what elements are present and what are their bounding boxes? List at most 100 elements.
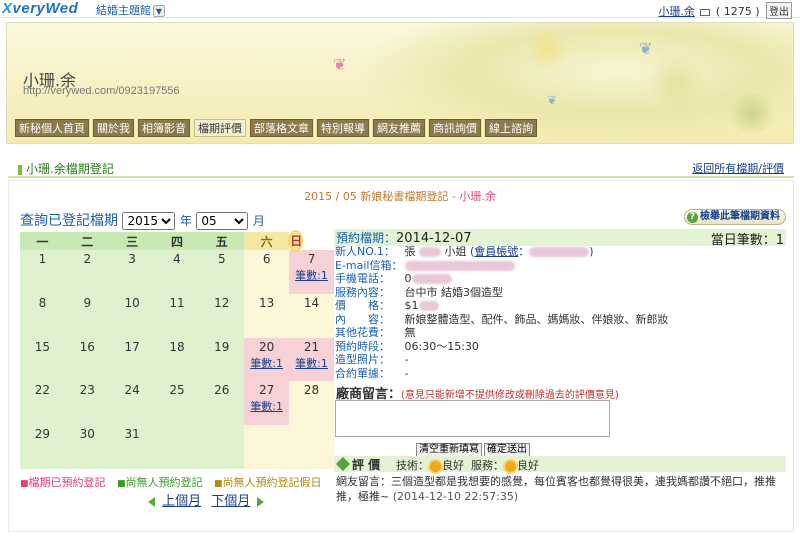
calendar-day — [289, 425, 334, 469]
question-icon: ? — [687, 212, 698, 223]
vendor-message-input[interactable] — [335, 400, 610, 437]
day-number: 28 — [303, 383, 320, 398]
booking-date: 預約檔期：2014-12-07 — [336, 231, 472, 246]
next-month-link[interactable]: 下個月 — [211, 494, 250, 509]
day-number: 12 — [214, 295, 230, 310]
booking-count-link[interactable]: 筆數:1 — [289, 267, 334, 283]
review-timestamp: (2014-12-10 22:57:35) — [392, 490, 519, 503]
detail-row-contract: 合約單據： - — [335, 366, 409, 380]
booking-count-link[interactable]: 筆數:1 — [289, 355, 334, 371]
submit-button[interactable]: 確定送出 — [484, 443, 530, 457]
chevron-down-icon[interactable]: ▼ — [153, 5, 165, 17]
day-number: 8 — [38, 295, 47, 310]
calendar-legend: ■檔期已預約登記 ■尚無人預約登記 ■尚無人預約登記假日 — [20, 474, 322, 490]
calendar-day: 31 — [109, 425, 155, 469]
day-number: 13 — [259, 295, 275, 310]
calendar-day: 28 — [289, 381, 334, 426]
calendar-day: 17 — [109, 337, 155, 382]
day-number: 30 — [79, 427, 95, 442]
booking-count-link[interactable]: 筆數:1 — [244, 398, 289, 414]
report-booking-button[interactable]: ? 檢舉此筆檔期資料 — [684, 209, 786, 225]
calendar-day: 10 — [109, 293, 155, 338]
nav-item[interactable]: 商訊詢價 — [429, 119, 481, 137]
booking-date-row: 預約檔期：2014-12-07 當日筆數：1 — [334, 229, 786, 248]
day-number: 6 — [262, 252, 271, 266]
flower-decoration — [527, 29, 567, 69]
logout-button[interactable]: 登出 — [766, 2, 792, 19]
calendar-day: 1 — [20, 250, 65, 294]
query-label: 查詢已登記檔期 — [20, 213, 118, 229]
month-select[interactable]: 05 — [196, 212, 249, 230]
day-number: 20 — [259, 339, 275, 354]
day-number: 11 — [169, 295, 185, 310]
weekday-header: 五 — [199, 232, 245, 250]
user-review: 網友留言：三個造型都是我想要的感覺，每位賓客也都覺得很美，連我媽都讚不絕口，推推… — [336, 475, 776, 503]
day-number: 29 — [34, 427, 51, 442]
redacted-text — [411, 274, 452, 284]
detail-row-email: E-mail信箱： — [335, 259, 785, 273]
day-number: 22 — [34, 383, 51, 398]
detail-row-time: 預約時段： 06:30～15:30 — [335, 339, 479, 353]
calendar-day: 24 — [109, 381, 155, 426]
calendar-day: 12 — [199, 293, 245, 338]
booking-details: 新人NO.1： 張 小姐 (會員帳號：) E-mail信箱： 手機電話： 0 服… — [335, 245, 785, 380]
prev-month-link[interactable]: 上個月 — [162, 494, 201, 509]
day-number: 26 — [214, 383, 230, 398]
booking-count-link[interactable]: 筆數:1 — [244, 355, 289, 371]
next-arrow-icon[interactable] — [257, 496, 265, 507]
nav-item[interactable]: 網友推薦 — [373, 119, 425, 137]
day-number: 15 — [34, 339, 51, 354]
calendar-day: 26 — [199, 381, 245, 426]
flower-decoration — [727, 93, 777, 133]
weekday-header: 日 — [290, 232, 303, 250]
nav-item[interactable]: 相簿影音 — [138, 119, 190, 137]
reset-button[interactable]: 清空重新填寫 — [416, 443, 482, 457]
day-number: 18 — [169, 339, 185, 354]
weekday-header: 四 — [154, 232, 200, 250]
day-number: 2 — [83, 252, 92, 266]
weekday-header: 三 — [109, 232, 155, 250]
legend-free-holiday: ■尚無人預約登記假日 — [214, 476, 322, 489]
redacted-text — [529, 247, 590, 257]
day-number: 23 — [79, 383, 95, 398]
day-number: 21 — [303, 339, 320, 354]
nav-item[interactable]: 部落格文章 — [250, 119, 313, 137]
nav-item[interactable]: 關於我 — [93, 119, 134, 137]
evaluation-title: 評 價 — [335, 456, 380, 473]
back-to-all-link[interactable]: 返回所有檔期/評價 — [692, 160, 784, 176]
prev-arrow-icon[interactable] — [148, 496, 155, 507]
detail-row-photo: 造型照片： - — [335, 353, 409, 366]
legend-booked: ■檔期已預約登記 — [20, 476, 106, 489]
redacted-text — [418, 301, 439, 311]
calendar-day: 15 — [20, 337, 65, 382]
calendar-day: 29 — [20, 425, 65, 469]
year-select[interactable]: 2015 — [122, 212, 176, 230]
pencil-icon — [335, 456, 351, 472]
detail-row-content: 內 容： 新娘整體造型、配件、飾品、媽媽妝、伴娘妝、新郎妝 — [335, 312, 669, 326]
weekday-header: 六 — [244, 232, 290, 250]
nav-item[interactable]: 檔期評價 — [194, 119, 246, 137]
calendar-day: 19 — [199, 337, 245, 382]
user-name-link[interactable]: 小珊.余 — [658, 5, 695, 18]
day-number: 24 — [124, 383, 140, 398]
calendar-day: 22 — [20, 381, 65, 426]
nav-item[interactable]: 線上諮詢 — [485, 119, 537, 137]
calendar-day: 27 筆數:1 — [244, 381, 290, 426]
calendar-day: 3 — [109, 250, 155, 294]
site-logo[interactable]: XveryWed — [2, 0, 78, 18]
member-account-link[interactable]: 會員帳號 — [474, 245, 518, 258]
section-header: 小珊.余檔期登記 返回所有檔期/評價 — [8, 158, 794, 178]
flower-decoration — [647, 53, 707, 113]
nav-item[interactable]: 新秘個人首頁 — [15, 119, 89, 137]
day-number: 7 — [307, 252, 316, 266]
blog-url: http://verywed.com/0923197556 — [23, 85, 180, 97]
mail-icon[interactable] — [700, 8, 711, 16]
calendar-day: 14 — [289, 293, 334, 338]
calendar-day: 9 — [64, 293, 110, 338]
theme-hall-link[interactable]: 結婚主題館 ▼ — [96, 2, 165, 18]
calendar-day: 2 — [64, 250, 110, 294]
nav-item[interactable]: 特別報導 — [317, 119, 369, 137]
calendar-day: 18 — [154, 337, 200, 382]
detail-row-price: 價 格： $1 — [335, 299, 785, 313]
day-number: 5 — [217, 252, 226, 266]
